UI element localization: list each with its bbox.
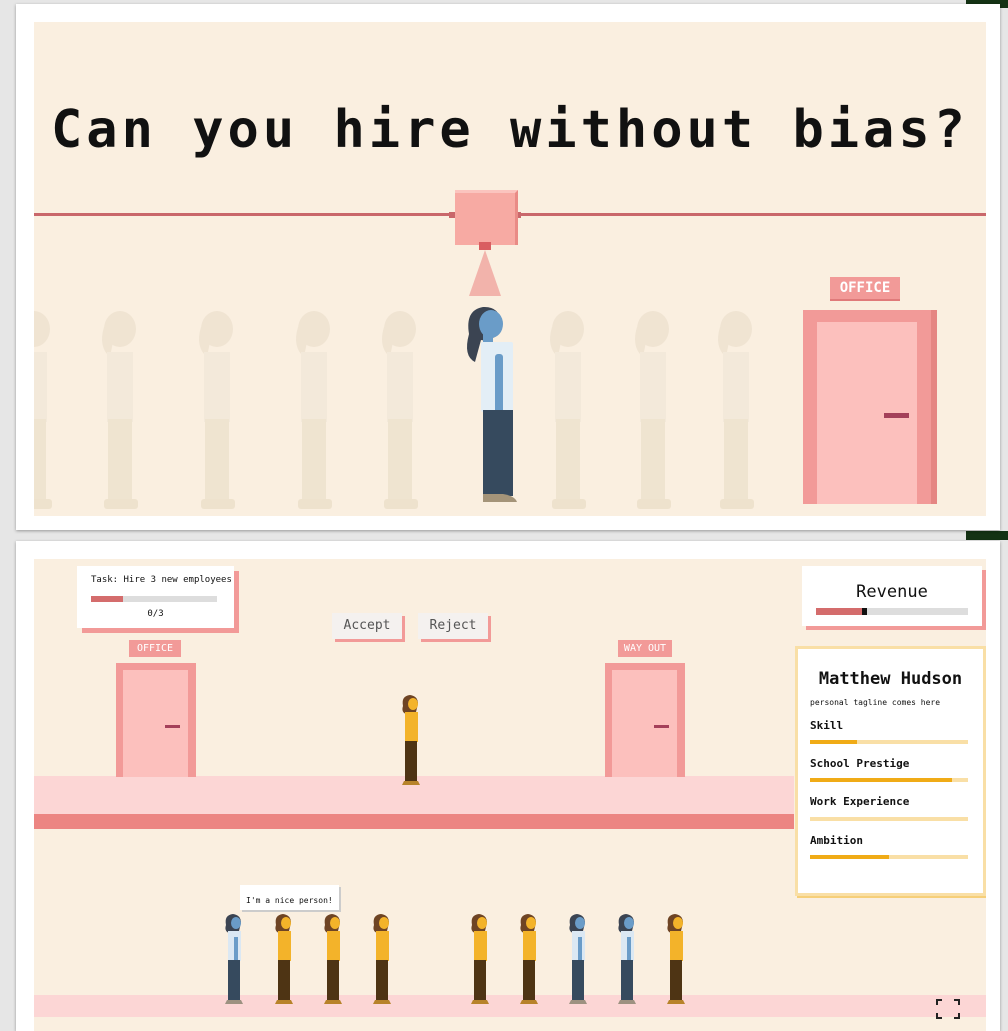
speech-bubble: I'm a nice person! [240,885,339,910]
frame-corner [966,531,1008,540]
queue-person [225,914,243,1004]
game-scene: Task: Hire 3 new employees 0/3 Accept Re… [34,559,986,1031]
queue-person [324,914,342,1004]
door-handle [884,413,909,418]
queue-person [618,914,636,1004]
queue-person [275,914,293,1004]
queue-person [471,914,489,1004]
queue-person [520,914,538,1004]
fullscreen-icon[interactable] [936,999,960,1019]
queue-person [373,914,391,1004]
scanned-candidate [467,306,517,502]
candidate-figure [402,695,420,785]
intro-panel: Can you hire without bias? OFFICE [16,4,1000,530]
speech-bubble-text: I'm a nice person! [246,896,333,905]
queue-person [569,914,587,1004]
intro-scene: Can you hire without bias? OFFICE [34,22,986,516]
game-panel: Task: Hire 3 new employees 0/3 Accept Re… [16,541,1000,1031]
queue-person [667,914,685,1004]
office-sign: OFFICE [830,277,900,301]
people-layer [225,695,685,1004]
